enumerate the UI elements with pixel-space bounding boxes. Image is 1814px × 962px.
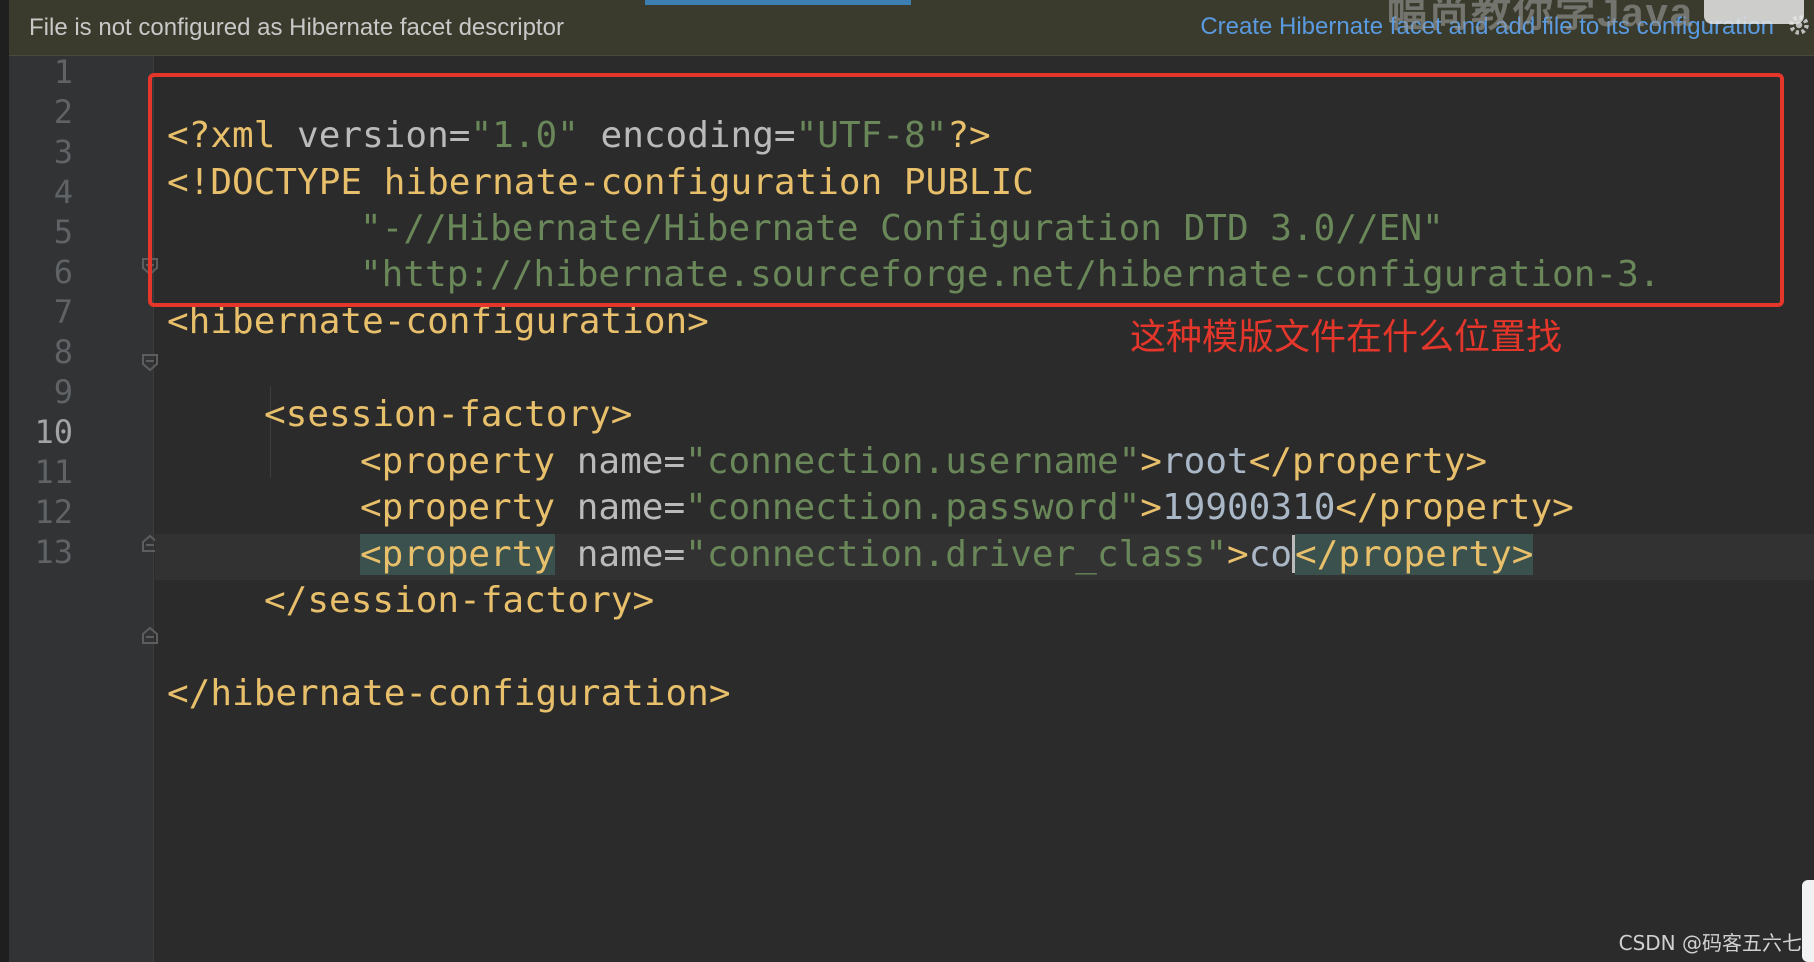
scroll-handle[interactable]	[1802, 880, 1814, 962]
line-number: 5	[53, 213, 73, 251]
line-number: 1	[53, 53, 73, 91]
line-number: 9	[53, 373, 73, 411]
code-line-9: <property name="connection.password">199…	[360, 487, 1574, 528]
csdn-credit: CSDN @码客五六七	[1618, 931, 1802, 955]
active-tab-indicator	[645, 0, 911, 5]
bilibili-logo	[1704, 0, 1804, 24]
line-number: 3	[53, 133, 73, 171]
annotation-text: 这种模版文件在什么位置找	[1130, 317, 1563, 358]
code-line-7: <session-factory>	[264, 394, 633, 435]
code-line-11: </session-factory>	[264, 580, 655, 621]
line-number: 8	[53, 333, 73, 371]
line-number-gutter: 1 2 3 4 5 6 7 8 9 10 11 12 13	[9, 53, 154, 962]
line-number: 7	[53, 293, 73, 331]
line-number-current: 10	[34, 413, 73, 451]
banner-message: File is not configured as Hibernate face…	[29, 14, 564, 41]
watermark-text: 幅尚教你学Java	[1387, 0, 1694, 35]
annotation-highlight-box	[148, 73, 1784, 307]
line-number: 11	[34, 453, 73, 491]
code-line-8: <property name="connection.username">roo…	[360, 441, 1488, 482]
line-number: 4	[53, 173, 73, 211]
code-line-13: </hibernate-configuration>	[167, 673, 731, 714]
line-number: 2	[53, 93, 73, 131]
line-number: 6	[53, 253, 73, 291]
left-strip	[0, 0, 9, 962]
line-number: 12	[34, 493, 73, 531]
code-line-10: <property name="connection.driver_class"…	[360, 534, 1534, 575]
line-number: 13	[34, 533, 73, 571]
